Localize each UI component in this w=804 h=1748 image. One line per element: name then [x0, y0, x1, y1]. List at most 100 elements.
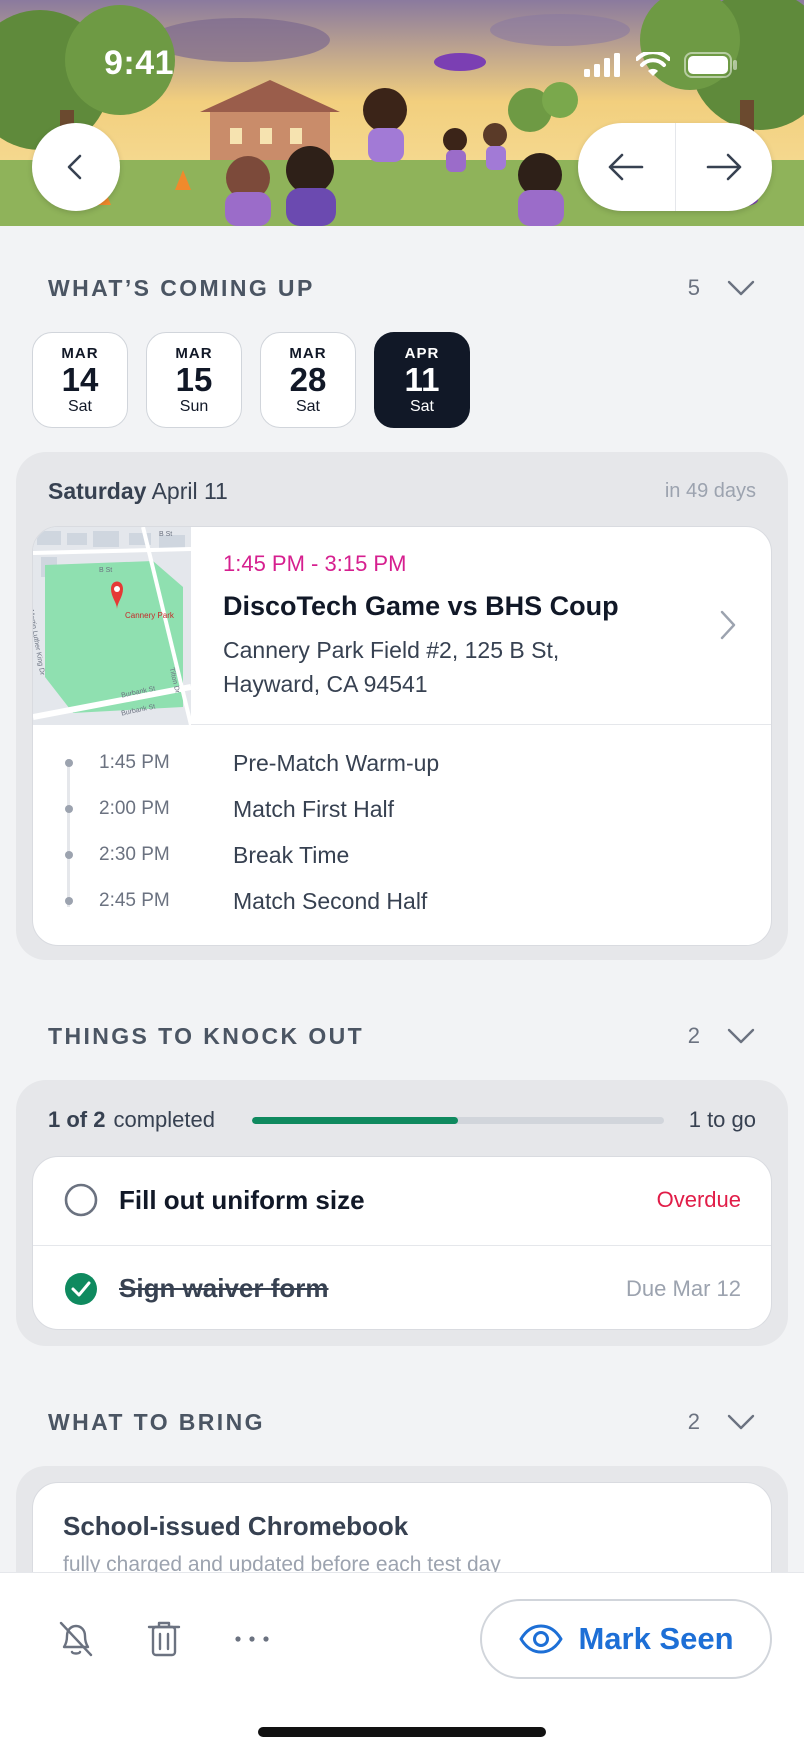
coming-up-title: WHAT’S COMING UP: [48, 274, 315, 301]
schedule-label: Break Time: [233, 841, 350, 868]
map-thumbnail: [33, 527, 191, 725]
map-place-label: Cannery Park: [125, 611, 174, 620]
bottom-action-bar: Mark Seen: [0, 1572, 804, 1748]
delete-button[interactable]: [140, 1615, 188, 1663]
relative-days: in 49 days: [664, 480, 756, 502]
status-icons: [584, 52, 738, 78]
arrow-right-icon: [706, 153, 742, 181]
date-chip-apr-11[interactable]: APR 11 Sat: [374, 332, 470, 428]
chevron-down-icon[interactable]: [726, 1027, 756, 1045]
knock-out-count: 2: [687, 1023, 700, 1048]
battery-icon: [684, 52, 737, 78]
completed-count: 1 of 2: [48, 1107, 106, 1132]
task-list: Fill out uniform size Overdue Sign waive…: [32, 1156, 772, 1330]
date-chip-mar-14[interactable]: MAR 14 Sat: [32, 332, 128, 428]
event-address-line2: Hayward, CA 94541: [223, 671, 428, 697]
date-chip-row: MAR 14 Sat MAR 15 Sun MAR 28 Sat APR 11 …: [32, 332, 470, 428]
date-chip-month: MAR: [61, 344, 99, 362]
bring-header[interactable]: WHAT TO BRING 2: [48, 1402, 756, 1442]
task-label: Sign waiver form: [119, 1273, 329, 1303]
date-chip-month: MAR: [289, 344, 327, 362]
bring-count: 2: [687, 1409, 700, 1434]
timeline-dot: [65, 805, 73, 813]
status-bar: 9:41: [0, 0, 804, 130]
back-button[interactable]: [32, 123, 120, 211]
event-card: Cannery Park B St B St Martin Luther Kin…: [32, 526, 772, 946]
mark-seen-label: Mark Seen: [578, 1621, 734, 1656]
coming-up-count: 5: [687, 275, 700, 300]
date-chip-mar-15[interactable]: MAR 15 Sun: [146, 332, 242, 428]
event-panel: Saturday April 11 in 49 days Cannery Par…: [16, 452, 788, 960]
progress-bar: [252, 1117, 664, 1124]
chevron-down-icon[interactable]: [726, 1413, 756, 1431]
home-indicator: [258, 1727, 546, 1737]
task-overdue-status: Overdue: [656, 1187, 741, 1212]
chevron-left-icon: [67, 154, 82, 180]
selected-weekday: Saturday: [48, 478, 147, 504]
schedule-label: Match First Half: [233, 795, 395, 822]
remaining-count: 1 to go: [688, 1107, 756, 1132]
task-progress: 1 of 2 completed 1 to go: [48, 1104, 756, 1136]
event-summary[interactable]: Cannery Park B St B St Martin Luther Kin…: [33, 527, 771, 725]
status-time: 9:41: [104, 44, 175, 82]
selected-date-label: Saturday April 11: [48, 478, 228, 505]
location-map[interactable]: Cannery Park B St B St Martin Luther Kin…: [33, 527, 191, 725]
mark-seen-button[interactable]: Mark Seen: [480, 1599, 772, 1679]
schedule-time: 2:45 PM: [99, 890, 170, 911]
next-button[interactable]: [674, 123, 773, 211]
map-street-label: B St: [99, 567, 113, 574]
checked-checkbox-icon[interactable]: [63, 1271, 99, 1307]
task-due-date: Due Mar 12: [626, 1275, 741, 1301]
task-item[interactable]: Sign waiver form Due Mar 12: [33, 1245, 771, 1329]
bell-off-icon: [59, 1621, 93, 1657]
knock-out-header[interactable]: THINGS TO KNOCK OUT 2: [48, 1016, 756, 1056]
eye-icon: [519, 1624, 563, 1654]
event-title: DiscoTech Game vs BHS Coup: [223, 591, 619, 621]
more-options-button[interactable]: [228, 1615, 276, 1663]
date-chip-month: MAR: [175, 344, 213, 362]
task-label: Fill out uniform size: [119, 1184, 365, 1215]
knock-out-title: THINGS TO KNOCK OUT: [48, 1022, 365, 1049]
timeline-dot: [65, 897, 73, 905]
empty-checkbox-icon[interactable]: [63, 1182, 99, 1218]
task-item[interactable]: Fill out uniform size Overdue: [33, 1157, 771, 1243]
progress-bar-fill: [252, 1117, 458, 1124]
date-chip-weekday: Sat: [67, 397, 92, 415]
mute-notifications-button[interactable]: [52, 1615, 100, 1663]
completed-suffix: completed: [113, 1107, 215, 1132]
arrow-left-icon: [608, 153, 644, 181]
previous-button[interactable]: [578, 123, 675, 211]
date-chip-weekday: Sat: [295, 397, 320, 415]
prev-next-nav: [578, 123, 772, 211]
cellular-signal-icon: [584, 53, 620, 77]
timeline-dot: [65, 851, 73, 859]
chevron-down-icon[interactable]: [726, 279, 756, 297]
date-chip-day: 14: [61, 360, 99, 398]
bring-title: WHAT TO BRING: [48, 1408, 265, 1435]
event-address-line1: Cannery Park Field #2, 125 B St,: [223, 637, 560, 663]
timeline-rail: [67, 759, 70, 907]
date-chip-day: 11: [404, 360, 440, 398]
more-horizontal-icon: [235, 1636, 269, 1642]
date-chip-day: 28: [289, 360, 327, 398]
event-address: Cannery Park Field #2, 125 B St, Hayward…: [223, 633, 643, 701]
event-time-range: 1:45 PM - 3:15 PM: [223, 551, 407, 576]
bring-item-title: School-issued Chromebook: [63, 1511, 409, 1541]
schedule-label: Match Second Half: [233, 887, 428, 914]
date-chip-weekday: Sun: [179, 397, 209, 415]
date-chip-month: APR: [404, 344, 440, 362]
schedule-label: Pre-Match Warm-up: [233, 749, 440, 776]
map-street-label: B St: [159, 531, 173, 538]
date-chip-day: 15: [175, 360, 213, 398]
schedule-time: 2:30 PM: [99, 844, 170, 865]
date-chip-weekday: Sat: [409, 397, 434, 415]
timeline-dot: [65, 759, 73, 767]
wifi-icon: [636, 52, 670, 76]
schedule-time: 2:00 PM: [99, 798, 170, 819]
schedule-time: 1:45 PM: [99, 752, 170, 773]
chevron-right-icon[interactable]: [719, 609, 737, 641]
selected-date: April 11: [151, 478, 228, 504]
coming-up-header[interactable]: WHAT’S COMING UP 5: [48, 268, 756, 308]
trash-icon: [147, 1621, 181, 1657]
date-chip-mar-28[interactable]: MAR 28 Sat: [260, 332, 356, 428]
